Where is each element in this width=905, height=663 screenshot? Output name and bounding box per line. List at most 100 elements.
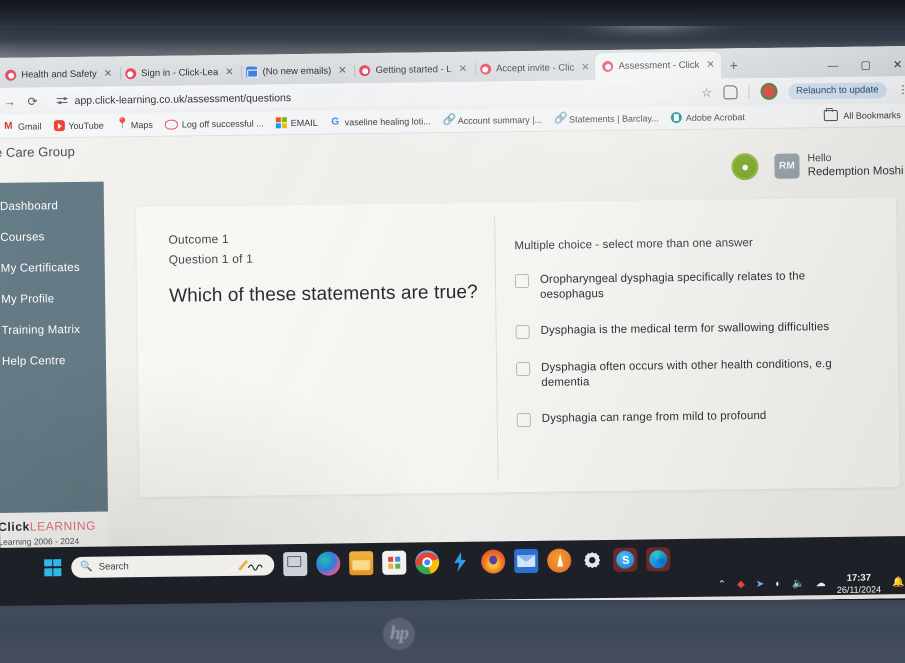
relaunch-to-update-button[interactable]: Relaunch to update: [787, 81, 887, 100]
window-controls: — ▢ ✕: [827, 58, 905, 77]
answer-option[interactable]: Oropharyngeal dysphagia specifically rel…: [514, 269, 865, 304]
task-view-icon[interactable]: [283, 551, 308, 577]
settings-icon[interactable]: [580, 548, 604, 572]
bookmark-adobe-acrobat[interactable]: Adobe Acrobat: [670, 111, 745, 124]
minimize-button[interactable]: —: [827, 59, 838, 71]
question-left-pane: Outcome 1 Question 1 of 1 Which of these…: [168, 229, 479, 311]
sidebar-item-training-matrix[interactable]: Training Matrix: [0, 314, 106, 347]
microsoft-store-icon[interactable]: [382, 550, 407, 575]
windows-start-icon[interactable]: [44, 558, 62, 576]
close-icon[interactable]: ✕: [225, 67, 234, 78]
clicklearning-favicon: [479, 63, 492, 75]
eye-icon: [164, 119, 178, 131]
user-profile[interactable]: RM Hello Redemption Moshi: [774, 151, 904, 180]
sidebar-item-help-centre[interactable]: Help Centre: [0, 345, 106, 378]
system-tray: ⌃ ◆ ➤ ◐ 🔈 ☁ 17:37 26/11/2024 🔔: [718, 572, 905, 596]
close-icon[interactable]: ✕: [581, 62, 590, 73]
bookmark-gmail[interactable]: M Gmail: [3, 120, 42, 132]
tray-chevron-icon[interactable]: ⌃: [718, 580, 727, 591]
avatar: RM: [774, 153, 800, 180]
folder-icon: [824, 109, 839, 122]
user-name-block: Hello Redemption Moshi: [807, 151, 903, 180]
browser-tab[interactable]: Sign in - Click-Lea ✕: [118, 60, 243, 87]
answer-checkbox[interactable]: [516, 361, 531, 376]
location-icon[interactable]: ➤: [756, 579, 765, 590]
bookmark-vaseline[interactable]: G vaseline healing loti...: [330, 115, 431, 128]
answer-label: Dysphagia often occurs with other health…: [541, 357, 832, 389]
close-icon[interactable]: ✕: [338, 65, 347, 76]
bookmark-star-icon[interactable]: ☆: [701, 85, 712, 99]
avast-icon[interactable]: [547, 548, 572, 573]
answer-option[interactable]: Dysphagia is the medical term for swallo…: [515, 320, 866, 340]
sidebar-item-my-profile[interactable]: My Profile: [0, 283, 105, 316]
answer-option[interactable]: Dysphagia often occurs with other health…: [516, 356, 866, 391]
microsoft-edge-icon[interactable]: [646, 547, 671, 572]
user-bar: ● RM Hello Redemption Moshi: [731, 151, 904, 181]
tab-title: Assessment - Click: [618, 59, 700, 72]
answer-option[interactable]: Dysphagia can range from mild to profoun…: [516, 407, 867, 428]
bookmark-youtube[interactable]: YouTube: [53, 120, 104, 132]
skype-icon[interactable]: S: [613, 547, 638, 572]
microsoft-icon: [275, 117, 287, 129]
laptop-photo: Health and Safety ✕ Sign in - Click-Lea …: [0, 0, 905, 663]
answer-checkbox[interactable]: [515, 325, 530, 340]
all-bookmarks-label: All Bookmarks: [843, 109, 901, 121]
copyright-text: Learning 2006 - 2024: [0, 535, 80, 547]
clicklearning-favicon: [5, 69, 17, 81]
extensions-icon[interactable]: [723, 84, 738, 99]
browser-tab-active[interactable]: Assessment - Click ✕: [595, 51, 721, 81]
chrome-menu-icon[interactable]: ⋮: [897, 84, 905, 96]
close-window-button[interactable]: ✕: [893, 58, 902, 71]
clock-time: 17:37: [846, 572, 872, 584]
pen-squiggle-icon: [238, 559, 263, 571]
bookmark-account-summary[interactable]: 🔗 Account summary |...: [443, 114, 543, 126]
sidebar-item-dashboard[interactable]: Dashboard: [0, 190, 104, 223]
shortcut-icon[interactable]: [448, 550, 472, 574]
file-explorer-icon[interactable]: [349, 551, 374, 576]
close-icon[interactable]: ✕: [104, 68, 113, 79]
accessibility-icon[interactable]: ●: [731, 153, 759, 181]
profile-avatar-icon[interactable]: [759, 82, 778, 100]
divider: [748, 85, 750, 99]
close-icon[interactable]: ✕: [459, 64, 468, 75]
search-input[interactable]: 🔍 Search: [71, 553, 275, 578]
all-bookmarks-button[interactable]: All Bookmarks: [824, 109, 905, 122]
bookmark-statements[interactable]: 🔗 Statements | Barclay...: [554, 112, 659, 124]
copilot-icon[interactable]: [316, 551, 341, 576]
browser-tab[interactable]: Accept invite - Clic ✕: [473, 55, 596, 82]
bell-icon[interactable]: 🔔: [892, 577, 905, 588]
google-chrome-icon[interactable]: [415, 550, 440, 575]
answer-checkbox[interactable]: [516, 412, 531, 428]
clock[interactable]: 17:37 26/11/2024: [837, 572, 882, 595]
search-icon: 🔍: [80, 561, 93, 573]
sidebar-item-courses[interactable]: Courses: [0, 221, 105, 254]
user-name-text: Redemption Moshi: [807, 165, 904, 179]
new-tab-button[interactable]: +: [721, 53, 748, 78]
firefox-icon[interactable]: [481, 549, 506, 574]
clicklearning-favicon: [359, 65, 371, 77]
browser-tab[interactable]: Getting started - L ✕: [352, 57, 477, 84]
browser-tab[interactable]: (No new emails) ✕: [239, 58, 356, 84]
youtube-icon: [53, 120, 65, 132]
bookmark-email[interactable]: EMAIL: [275, 117, 318, 129]
dropbox-icon[interactable]: ◆: [737, 580, 745, 591]
reload-icon[interactable]: ⟳: [25, 94, 39, 108]
gmail-icon: M: [4, 120, 13, 132]
wifi-icon[interactable]: ◐: [775, 579, 781, 590]
outlook-icon[interactable]: [514, 548, 539, 574]
answer-label: Dysphagia is the medical term for swallo…: [540, 321, 830, 338]
volume-icon[interactable]: 🔈: [792, 579, 805, 590]
answer-checkbox[interactable]: [514, 274, 530, 289]
browser-tab[interactable]: Health and Safety ✕: [0, 61, 122, 88]
brand-logo: ClickLEARNING: [0, 518, 108, 535]
laptop-screen: Health and Safety ✕ Sign in - Click-Lea …: [0, 45, 905, 610]
maximize-button[interactable]: ▢: [860, 59, 871, 72]
bookmark-maps[interactable]: 📍 Maps: [116, 118, 153, 130]
onedrive-icon[interactable]: ☁: [816, 578, 826, 589]
sidebar-item-my-certificates[interactable]: My Certificates: [0, 252, 105, 285]
bookmark-logoff[interactable]: Log off successful ...: [164, 117, 264, 131]
chrome-browser-window: Health and Safety ✕ Sign in - Click-Lea …: [0, 45, 905, 610]
close-icon[interactable]: ✕: [706, 60, 715, 71]
bookmark-label: YouTube: [68, 120, 104, 131]
forward-icon[interactable]: →: [2, 94, 16, 108]
